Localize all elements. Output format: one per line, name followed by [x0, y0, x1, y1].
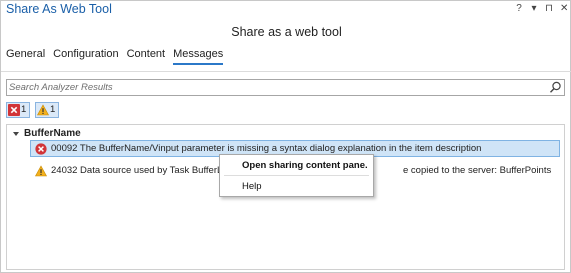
pin-icon[interactable]: ⊓ [545, 2, 553, 15]
context-menu: Open sharing content pane. Help [219, 154, 374, 197]
tab-configuration[interactable]: Configuration [53, 48, 118, 65]
tab-content[interactable]: Content [127, 48, 166, 65]
share-web-tool-pane: Share As Web Tool ? ▾ ⊓ ✕ Share as a web… [0, 0, 571, 273]
message-text: 00092 The BufferName/Vinput parameter is… [51, 143, 482, 154]
close-icon[interactable]: ✕ [560, 2, 568, 15]
search-input[interactable] [9, 80, 545, 95]
help-menu-item[interactable]: Help [220, 178, 373, 195]
error-icon [35, 142, 47, 155]
results-group[interactable]: BufferName [13, 128, 81, 139]
errors-filter-button[interactable]: 1 [6, 102, 30, 118]
tab-general[interactable]: General [6, 48, 45, 65]
open-sharing-content-pane-menu-item[interactable]: Open sharing content pane. [220, 157, 373, 174]
group-label: BufferName [24, 128, 81, 139]
search-icon[interactable] [549, 81, 562, 94]
title-bar: Share As Web Tool ? ▾ ⊓ ✕ [1, 1, 571, 18]
chevron-down-icon[interactable] [13, 131, 19, 136]
warnings-filter-button[interactable]: 1 [35, 102, 59, 118]
help-icon[interactable]: ? [515, 2, 523, 15]
warning-icon [37, 104, 49, 116]
pane-subtitle: Share as a web tool [231, 25, 342, 39]
search-box [6, 79, 565, 96]
divider [1, 71, 571, 72]
warning-icon [35, 164, 47, 176]
warnings-count: 1 [50, 104, 56, 115]
window-controls: ? ▾ ⊓ ✕ [515, 2, 568, 15]
tab-messages[interactable]: Messages [173, 48, 224, 65]
analyzer-results: BufferName 00092 The BufferName/Vinput p… [6, 124, 565, 270]
errors-count: 1 [21, 104, 27, 115]
options-dropdown-icon[interactable]: ▾ [530, 2, 538, 15]
error-icon [8, 104, 20, 116]
message-text-tail: e copied to the server: BufferPoints [403, 165, 552, 176]
window-title: Share As Web Tool [6, 2, 112, 16]
menu-separator [224, 175, 369, 176]
message-text: 24032 Data source used by Task BufferLab… [51, 165, 245, 176]
tab-bar: General Configuration Content Messages [6, 48, 224, 65]
